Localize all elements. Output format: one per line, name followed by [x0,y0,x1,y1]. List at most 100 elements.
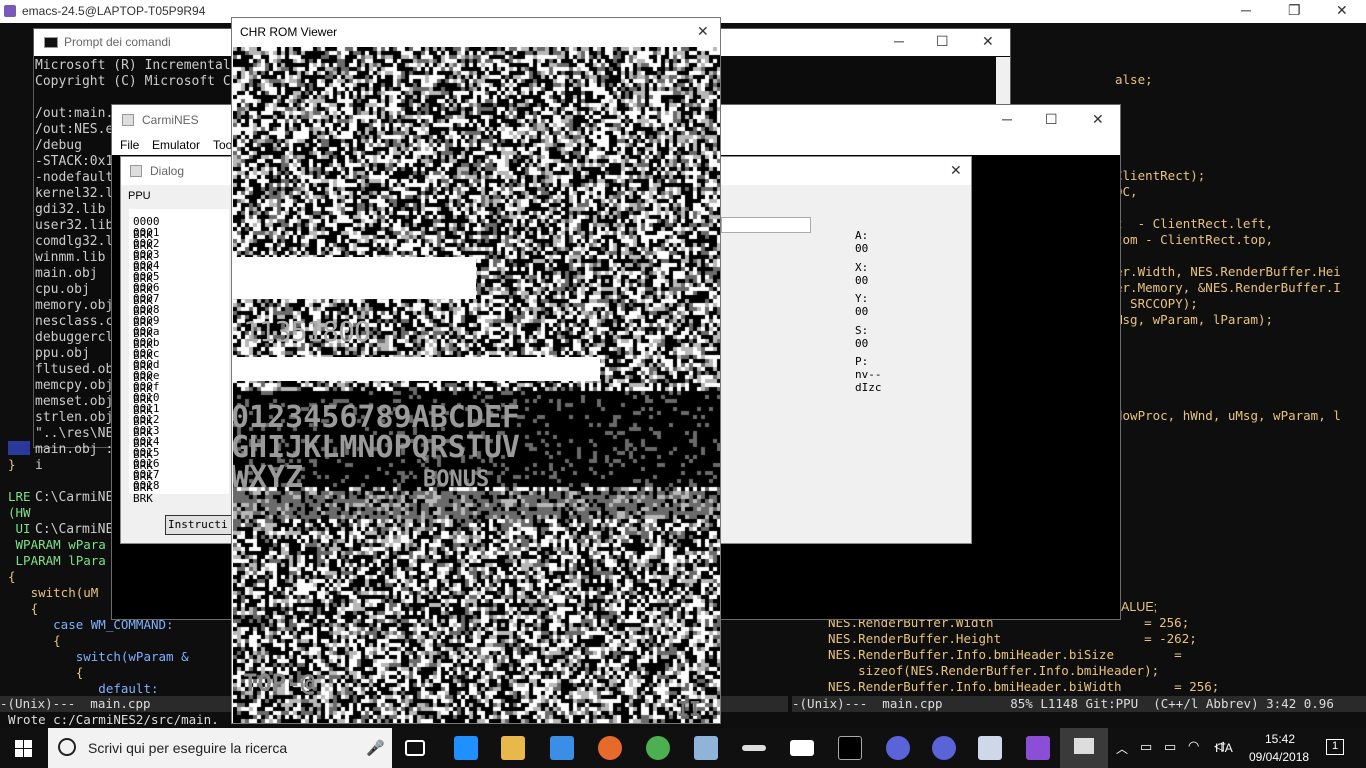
code-line: LPARAM lPara [8,553,106,568]
cmd-line: memset.obj [35,394,114,409]
font-row-digits: 0123456789ABCDEF [233,400,520,435]
chr-rom-viewer-window[interactable]: CHR ROM Viewer ✕ 1135180O 0123456789ABCD… [231,17,721,724]
emacs-icon[interactable] [886,736,910,760]
clock-time[interactable]: 15:42 [1265,732,1295,746]
close-button[interactable]: ✕ [982,33,994,50]
minimize-button[interactable]: ─ [1002,111,1012,127]
clock-date[interactable]: 09/04/2018 [1249,750,1309,764]
app-window-icon [1074,738,1094,754]
code-line: { [8,569,16,584]
dialog-title: Dialog [150,164,185,178]
maximize-button[interactable]: ☐ [1045,111,1058,128]
cmd-line: Copyright (C) Microsoft C [35,74,231,89]
code-line: NES.RenderBuffer.Info.bmiHeader.biWidth … [828,679,1220,694]
code-line: SRCCOPY); [1115,296,1198,311]
visual-studio-icon[interactable] [1026,736,1050,760]
font-row-letters-2: WXYZ [233,460,304,495]
taskbar: Scrivi qui per eseguire la ricerca 🎤 ︿ ▭… [0,728,1366,768]
instruction-list[interactable]: 0000 BRK 0001 BRK 0002 BRK 0003 BRK 0004 BRK… [129,209,229,505]
chevron-up-icon[interactable]: ︿ [1116,740,1128,757]
maximize-button[interactable]: ☐ [936,33,949,50]
monitor-icon[interactable] [694,736,718,760]
code-line: er.Width, NES.RenderBuffer.Hei [1115,264,1341,279]
chr-white-band [233,357,600,381]
close-button[interactable]: ✕ [697,23,709,40]
cmd-line: debuggercl [35,330,114,345]
code-line: { [8,633,61,648]
close-button[interactable]: ✕ [950,162,962,179]
emacs-title: emacs-24.5@LAPTOP-T05P9R94 [22,4,206,18]
cmd-line: main.obj [35,266,98,281]
cmd-line: -STACK:0x1 [35,154,114,169]
edge-icon[interactable] [454,736,478,760]
debugger-icon[interactable] [978,736,1002,760]
code-line: default: [8,681,159,696]
cmd-line: memory.obj [35,298,114,313]
terminal-icon[interactable] [838,736,862,760]
battery-icon[interactable]: ▭ [1164,739,1176,755]
register-value: S: 00 [855,323,869,350]
emacs-icon-2[interactable] [932,736,956,760]
restore-button[interactable]: ❐ [1288,2,1301,19]
steam-icon[interactable] [742,745,766,751]
cmd-line: "..\res\NE [35,426,114,441]
active-app-highlight[interactable] [1060,728,1108,768]
score-digits: 1135180O [243,315,371,348]
notification-icon[interactable]: 1 [1326,739,1344,755]
wifi-icon[interactable]: ◠ [1188,738,1199,754]
store-icon[interactable] [550,736,574,760]
language-indicator[interactable]: ITA [1215,741,1233,755]
code-line: switch(wParam & [8,649,189,664]
register-value: X: 00 [855,260,869,287]
modeline-right: -(Unix)--- main.cpp 85% L1148 Git:PPU (C… [792,696,1366,712]
address-input[interactable] [721,217,811,233]
cmd-line: i [35,458,43,473]
firefox-icon[interactable] [598,736,622,760]
task-view-icon[interactable] [405,740,425,756]
code-line: UI [8,521,31,536]
code-line: WPARAM wPara [8,537,106,552]
chrome-icon[interactable] [646,736,670,760]
code-line: tom - ClientRect.top, [1115,232,1274,247]
code-line: er.Memory, &NES.RenderBuffer.I [1115,280,1341,295]
cmd-line: C:\CarmiNE [35,490,114,505]
emacs-cursor [8,441,30,455]
cmd-line: kernel32.l [35,186,114,201]
chr-pattern-canvas [233,47,720,723]
close-button[interactable]: ✕ [1092,111,1104,128]
cmd-line: main.obj : [35,442,114,457]
font-row-letters: GHIJKLMNOPQRSTUV [233,430,520,465]
chr-white-band [233,257,476,299]
group-label: PPU [128,190,151,202]
network-icon[interactable]: ▭ [1140,739,1152,755]
cmd-line: C:\CarmiNE [35,522,114,537]
cmd-line: /debug [35,138,82,153]
cmd-line: winmm.lib [35,250,106,265]
code-line: dowProc, hWnd, uMsg, wParam, l [1115,408,1341,423]
file-explorer-icon[interactable] [501,736,525,760]
code-line: { [8,665,84,680]
cmd-line: Microsoft (R) Incremental [35,58,231,73]
chr-tile-canvas: 1135180O 0123456789ABCDEF GHIJKLMNOPQRST… [233,47,720,723]
menu-emulator[interactable]: Emulator [152,138,200,152]
code-line: alse; [1115,72,1153,87]
cmd-line: comdlg32.l [35,234,114,249]
minimize-button[interactable]: ─ [894,33,904,49]
search-placeholder: Scrivi qui per eseguire la ricerca [88,740,288,756]
cmd-line: cpu.obj [35,282,90,297]
notification-count: 1 [1332,740,1339,752]
search-box[interactable]: Scrivi qui per eseguire la ricerca 🎤 [48,728,392,768]
cmd-line: /out:main. [35,106,114,121]
code-line: ClientRect); [1115,168,1206,183]
microphone-icon[interactable]: 🎤 [366,739,385,757]
windows-start-icon[interactable] [15,740,33,758]
register-value: A: 00 [855,229,869,255]
menu-tools[interactable]: Too [213,138,232,152]
menu-file[interactable]: File [120,138,139,152]
app-icon [122,114,134,126]
code-line: NES.RenderBuffer.Info.bmiHeader.biSize = [828,647,1182,662]
close-button[interactable]: ✕ [1336,2,1348,19]
app-icon [130,165,142,177]
minimize-button[interactable]: ─ [1241,2,1251,18]
mail-icon[interactable] [790,740,814,756]
